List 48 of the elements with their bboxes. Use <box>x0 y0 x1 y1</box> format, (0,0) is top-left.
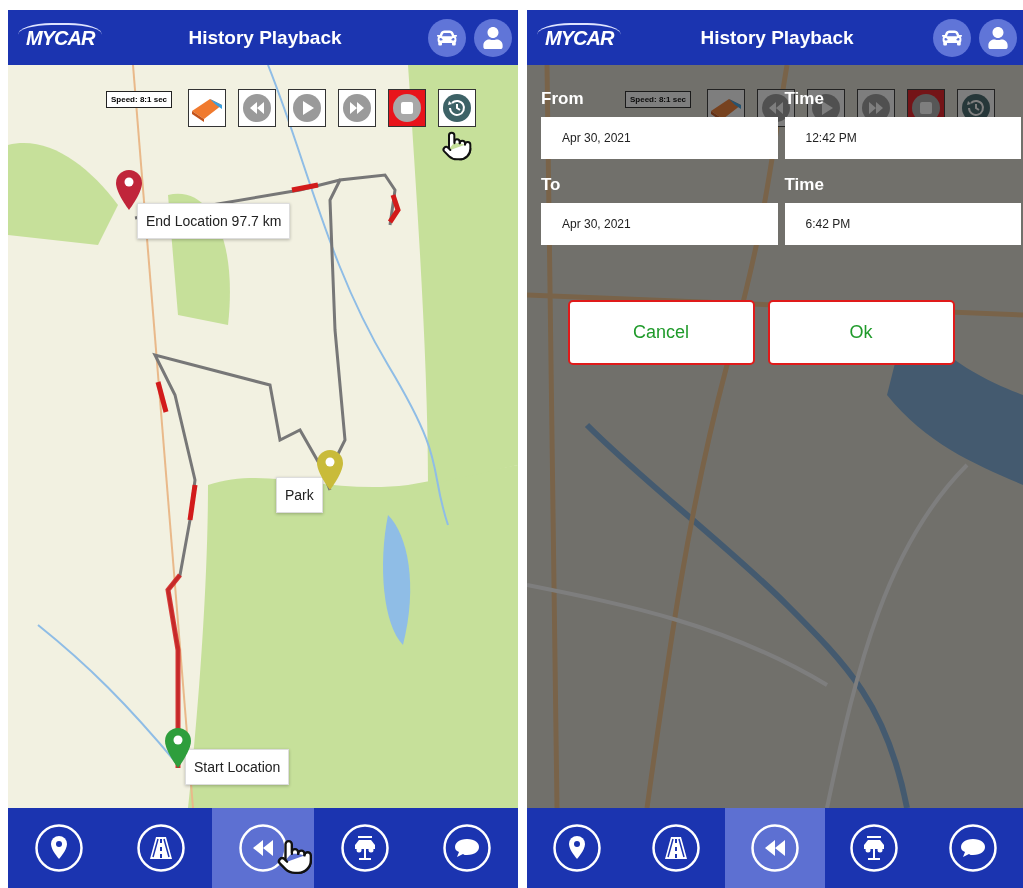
ok-button[interactable]: Ok <box>767 300 955 365</box>
user-icon <box>987 26 1009 49</box>
date-field[interactable]: Apr 30, 2021 <box>541 203 778 245</box>
eraser-button[interactable] <box>188 89 227 127</box>
car-lift-icon <box>849 823 900 873</box>
user-icon <box>482 26 504 49</box>
play-icon <box>292 93 323 123</box>
screen-title: History Playback <box>187 26 343 49</box>
chat-bubble-icon <box>442 823 492 873</box>
time-field[interactable]: 12:42 PM <box>784 117 1021 159</box>
fast-forward-icon <box>342 93 373 123</box>
marker-label: Start Location <box>185 749 290 785</box>
speed-label: Speed: 8:1 sec <box>625 91 692 108</box>
rewind-icon <box>242 93 273 123</box>
stop-icon <box>392 93 423 123</box>
nav-tab[interactable] <box>212 808 314 888</box>
location-pin-icon <box>34 823 84 873</box>
vehicle-button[interactable] <box>428 18 466 57</box>
car-lift-icon <box>340 823 390 873</box>
play-button[interactable] <box>288 89 327 127</box>
time-field[interactable]: 6:42 PM <box>784 203 1021 245</box>
map-pin-icon[interactable] <box>165 728 191 768</box>
location-pin-icon <box>551 823 602 873</box>
time-label: Time <box>784 174 824 196</box>
app-logo: MYCAR <box>18 23 102 52</box>
road-icon <box>136 823 186 873</box>
speed-label: Speed: 8:1 sec <box>106 91 173 108</box>
date-label: From <box>541 88 584 110</box>
time-label: Time <box>784 88 824 110</box>
road-icon <box>650 823 701 873</box>
profile-button[interactable] <box>474 18 512 57</box>
app-logo: MYCAR <box>537 23 621 52</box>
marker-label: Park <box>276 477 323 513</box>
fast-forward-button[interactable] <box>338 89 377 127</box>
chat-bubble-icon <box>948 823 999 873</box>
vehicle-button[interactable] <box>933 18 971 57</box>
rewind-button[interactable] <box>238 89 277 127</box>
stop-button[interactable] <box>388 89 427 127</box>
rewind-icon <box>750 823 800 873</box>
screen-title: History Playback <box>699 26 855 49</box>
cancel-button[interactable]: Cancel <box>567 300 755 365</box>
marker-label: End Location 97.7 km <box>137 203 291 239</box>
map-pin-icon[interactable] <box>116 170 142 210</box>
date-field[interactable]: Apr 30, 2021 <box>541 117 778 159</box>
date-label: To <box>541 174 561 196</box>
profile-button[interactable] <box>979 18 1017 57</box>
rewind-icon <box>238 823 288 873</box>
history-icon <box>442 93 473 123</box>
